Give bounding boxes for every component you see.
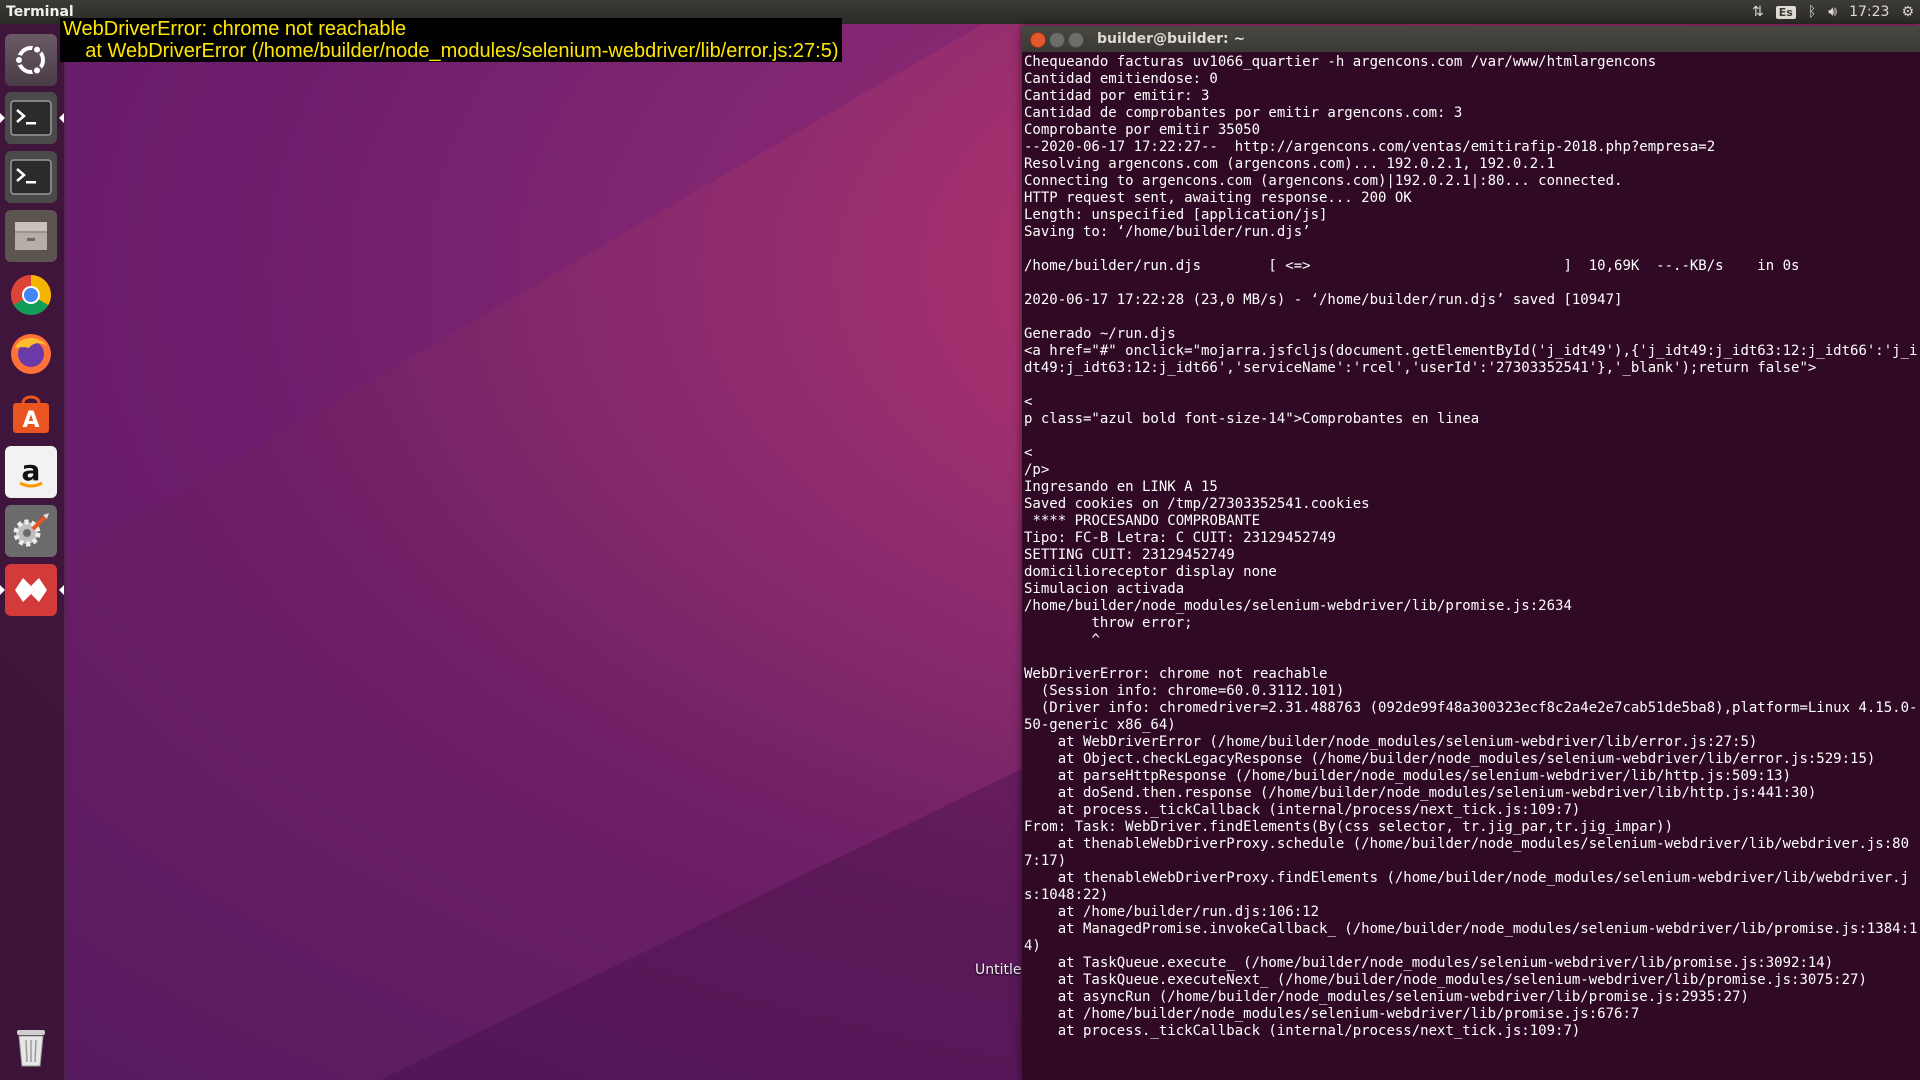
wallpaper-shape	[64, 0, 1024, 560]
chrome-launcher-button[interactable]	[5, 269, 57, 321]
ubuntu-dash-icon	[14, 44, 45, 76]
anydesk-launcher-button[interactable]	[0, 564, 64, 616]
software-center-icon: A	[13, 395, 49, 433]
files-icon	[15, 222, 47, 250]
desktop-file-label[interactable]: Untitle	[975, 962, 1022, 978]
terminal-launcher-button-2[interactable]	[5, 151, 57, 203]
maximize-window-button[interactable]	[1068, 32, 1084, 48]
wallpaper-shape	[380, 760, 1040, 1080]
chrome-icon	[11, 275, 51, 315]
ubuntu-dash-button[interactable]	[5, 34, 57, 86]
firefox-launcher-button[interactable]	[5, 328, 57, 380]
bluetooth-icon[interactable]: ᛒ	[1808, 4, 1816, 20]
terminal-icon	[10, 159, 52, 195]
trash-icon	[17, 1030, 45, 1067]
terminal-titlebar[interactable]: builder@builder: ~	[1022, 26, 1920, 52]
error-overlay: WebDriverError: chrome not reachable at …	[60, 18, 842, 62]
software-center-launcher-button[interactable]: A	[5, 387, 57, 439]
files-launcher-button[interactable]	[5, 210, 57, 262]
network-icon[interactable]: ⇅	[1752, 4, 1764, 20]
trash-launcher-button[interactable]	[5, 1020, 57, 1072]
volume-icon[interactable]: 🔊︎	[1828, 4, 1837, 20]
terminal-launcher-button[interactable]	[0, 92, 64, 144]
minimize-window-button[interactable]	[1049, 32, 1065, 48]
close-window-button[interactable]	[1030, 32, 1046, 48]
terminal-title: builder@builder: ~	[1097, 31, 1246, 47]
svg-text:a: a	[22, 454, 41, 487]
firefox-icon	[11, 334, 51, 374]
terminal-window[interactable]: builder@builder: ~ Chequeando facturas u…	[1022, 26, 1920, 1080]
keyboard-layout-indicator[interactable]: Es	[1775, 5, 1796, 19]
terminal-icon	[10, 100, 52, 136]
terminal-output[interactable]: Chequeando facturas uv1066_quartier -h a…	[1022, 52, 1920, 1074]
gear-icon[interactable]: ⚙	[1901, 4, 1914, 20]
amazon-launcher-button[interactable]: a	[5, 446, 57, 498]
launcher: A a	[0, 24, 65, 1080]
svg-text:A: A	[22, 408, 39, 433]
system-settings-icon	[13, 513, 49, 547]
anydesk-icon	[15, 578, 47, 602]
system-settings-launcher-button[interactable]	[5, 505, 57, 557]
amazon-icon: a	[19, 454, 43, 488]
indicator-area: ⇅ Es ᛒ 🔊︎ 17:23 ⚙	[1752, 0, 1914, 24]
clock[interactable]: 17:23	[1849, 4, 1889, 20]
